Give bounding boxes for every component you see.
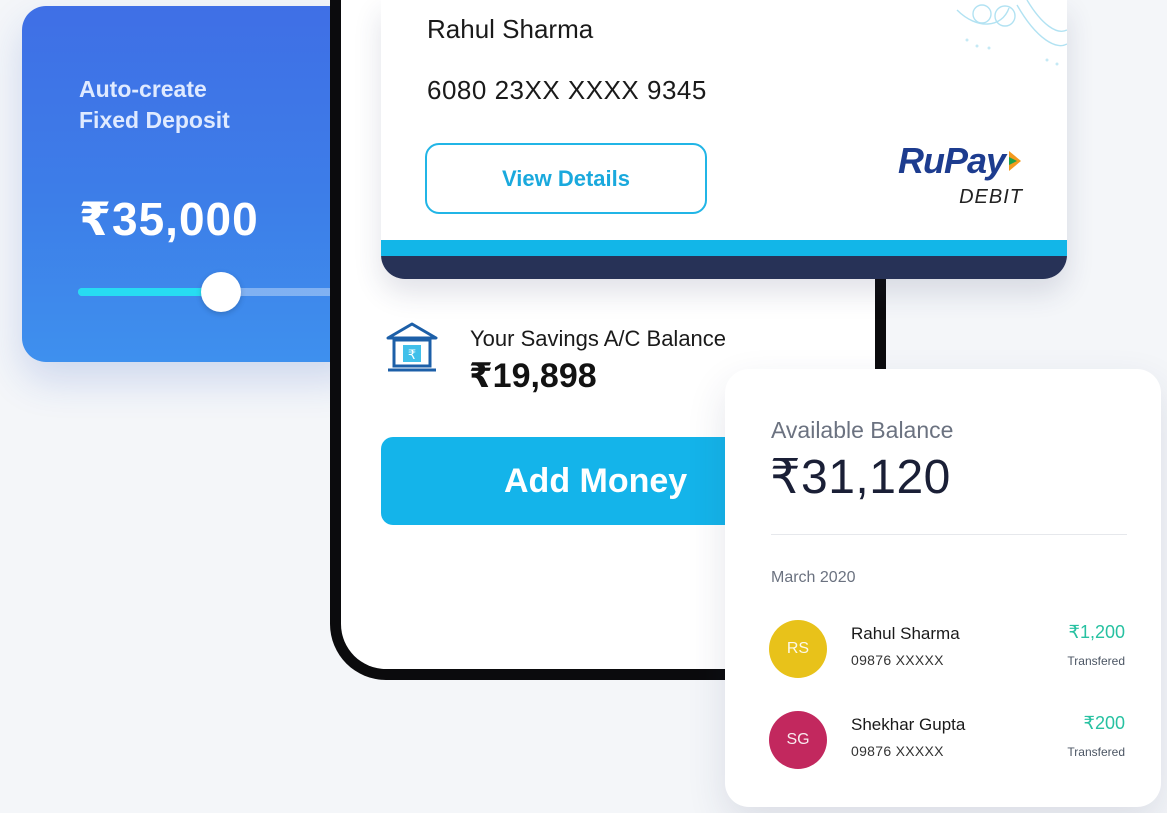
view-details-button[interactable]: View Details xyxy=(425,143,707,214)
savings-balance-label: Your Savings A/C Balance xyxy=(470,326,727,351)
fd-title: Auto-create Fixed Deposit xyxy=(79,76,230,133)
card-holder-name: Rahul Sharma xyxy=(427,14,594,44)
available-balance-card: Available Balance ₹31,120 March 2020 RS … xyxy=(725,369,1161,807)
transaction-row[interactable]: RS Rahul Sharma 09876 XXXXX ₹1,200 Trans… xyxy=(769,620,1125,680)
mandala-decoration-icon xyxy=(956,0,1067,66)
available-balance-label: Available Balance xyxy=(771,417,954,443)
transaction-row[interactable]: SG Shekhar Gupta 09876 XXXXX ₹200 Transf… xyxy=(769,711,1125,771)
transaction-amount: ₹1,200 xyxy=(1068,622,1126,642)
transaction-status: Transfered xyxy=(1067,654,1125,668)
avatar: RS xyxy=(769,620,827,678)
fd-amount: ₹35,000 xyxy=(79,193,259,245)
transaction-amount: ₹200 xyxy=(1083,713,1125,733)
transaction-name: Shekhar Gupta xyxy=(851,715,966,734)
card-stripe-cyan xyxy=(381,240,1067,256)
transaction-phone: 09876 XXXXX xyxy=(851,652,944,668)
debit-card: Rahul Sharma 6080 23XX XXXX 9345 View De… xyxy=(381,0,1067,279)
fd-amount-slider[interactable] xyxy=(78,272,338,312)
transaction-name: Rahul Sharma xyxy=(851,624,960,643)
savings-balance-amount: ₹19,898 xyxy=(469,357,597,395)
bank-icon: ₹ xyxy=(386,322,438,372)
month-label: March 2020 xyxy=(771,569,856,586)
card-number: 6080 23XX XXXX 9345 xyxy=(427,75,707,105)
rupay-logo: RuPay DEBIT xyxy=(898,140,1023,209)
card-stripe-navy xyxy=(381,256,1067,279)
rupay-arrow-icon xyxy=(1009,151,1021,171)
divider xyxy=(771,534,1127,535)
rupay-brand-text: RuPay xyxy=(897,140,1006,181)
transaction-status: Transfered xyxy=(1067,745,1125,759)
avatar: SG xyxy=(769,711,827,769)
available-balance-amount: ₹31,120 xyxy=(770,451,951,504)
slider-fill xyxy=(78,288,221,296)
fixed-deposit-card[interactable]: Auto-create Fixed Deposit ₹35,000 xyxy=(22,6,362,362)
svg-text:₹: ₹ xyxy=(408,348,416,363)
transaction-phone: 09876 XXXXX xyxy=(851,743,944,759)
card-type-label: DEBIT xyxy=(959,186,1023,208)
slider-thumb[interactable] xyxy=(201,272,241,312)
